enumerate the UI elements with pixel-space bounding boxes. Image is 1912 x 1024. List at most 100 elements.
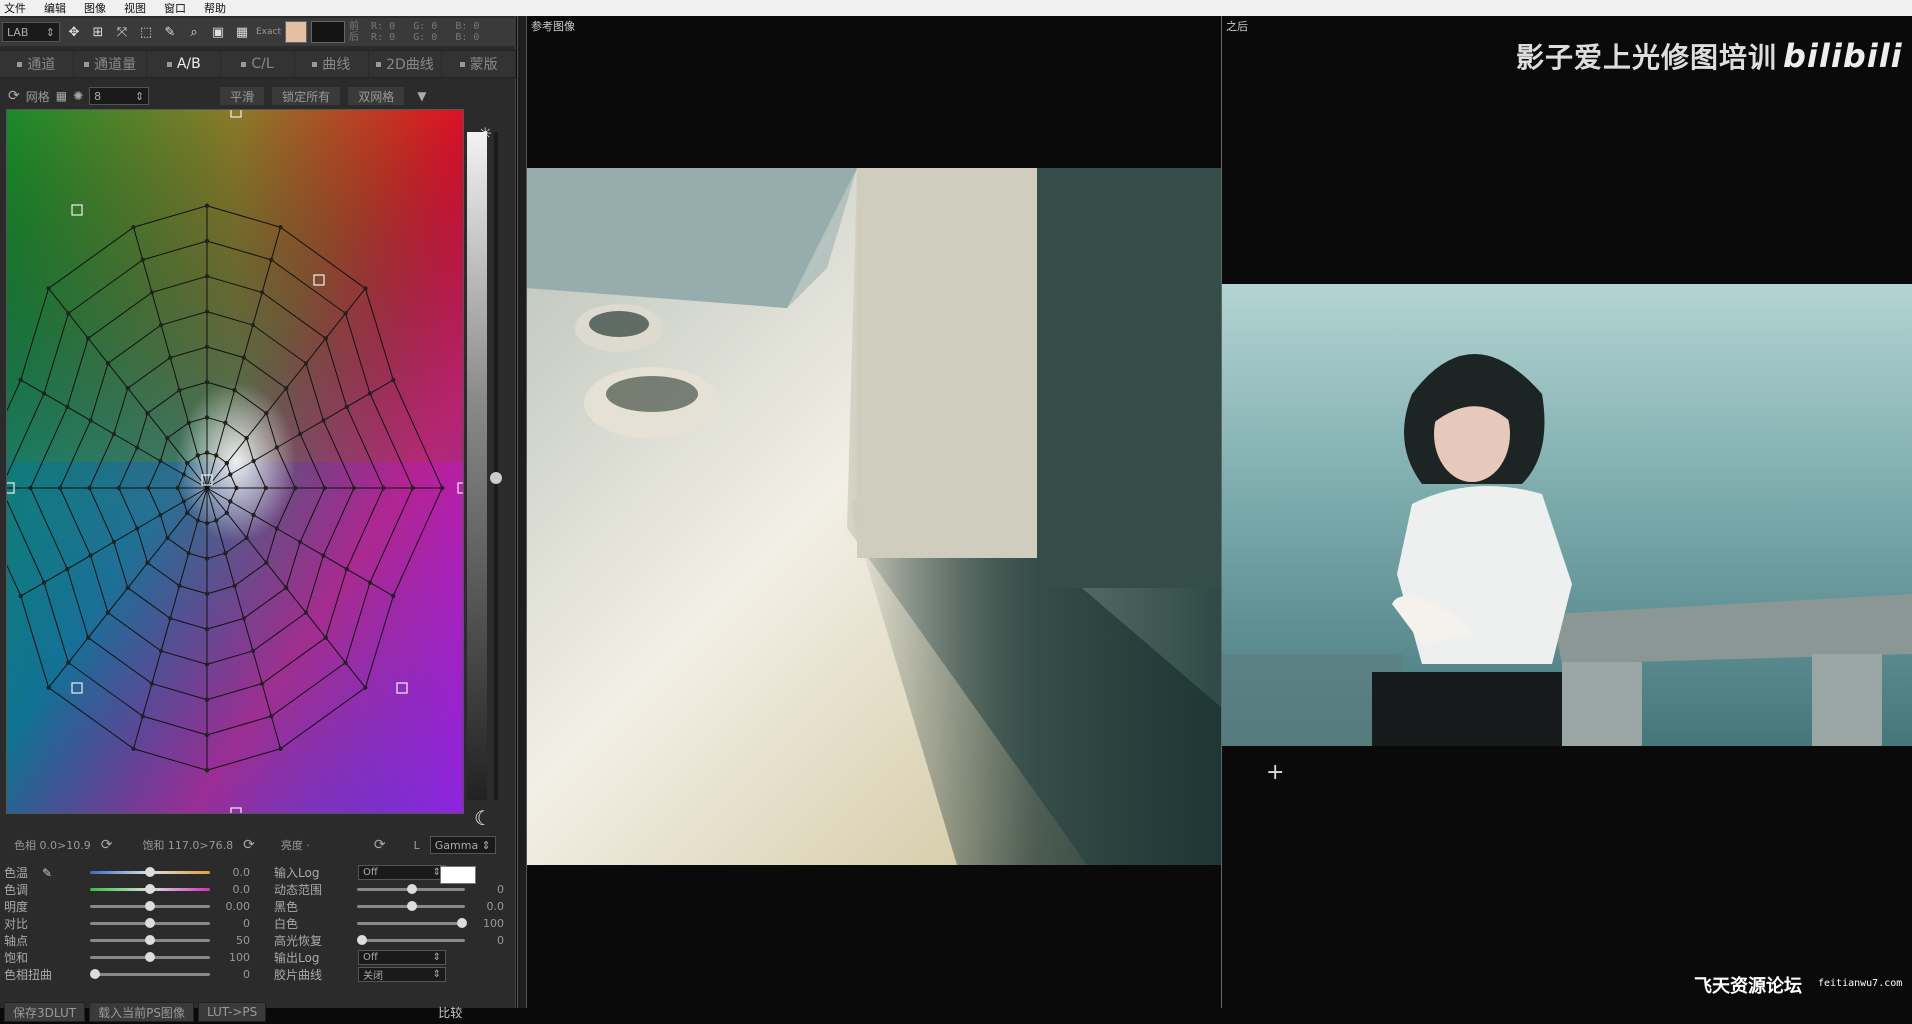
mesh-node[interactable] <box>363 286 368 291</box>
mesh-node[interactable] <box>87 485 92 491</box>
mesh-node[interactable] <box>204 732 210 738</box>
mesh-node[interactable] <box>410 485 415 491</box>
mesh-node[interactable] <box>204 203 210 208</box>
mesh-node[interactable] <box>351 485 357 491</box>
mesh-node[interactable] <box>259 290 265 295</box>
mesh-node[interactable] <box>274 445 280 450</box>
mesh-node[interactable] <box>244 435 249 441</box>
mesh-node[interactable] <box>46 286 51 291</box>
menu-edit[interactable]: 编辑 <box>44 0 66 16</box>
mesh-node[interactable] <box>86 336 91 341</box>
mesh-node[interactable] <box>204 379 210 385</box>
mesh-node[interactable] <box>204 238 210 244</box>
mesh-node[interactable] <box>146 485 151 491</box>
slider-knob[interactable] <box>406 901 417 911</box>
mesh-node[interactable] <box>204 556 210 561</box>
mesh-node[interactable] <box>41 580 47 585</box>
mesh-node[interactable] <box>195 518 201 523</box>
tab-2[interactable]: A/B <box>147 51 222 77</box>
mesh-node[interactable] <box>185 460 190 466</box>
mesh-node[interactable] <box>185 510 190 516</box>
mesh-node[interactable] <box>241 616 246 621</box>
mesh-node[interactable] <box>158 512 163 518</box>
saturation-reset-icon[interactable]: ⟳ <box>243 837 255 853</box>
mesh-node[interactable] <box>251 512 256 518</box>
transform-icon[interactable]: ⊞ <box>88 22 108 42</box>
slider-knob[interactable] <box>145 884 155 894</box>
mesh-node[interactable] <box>105 361 111 366</box>
color-mode-select[interactable]: LAB ⇕ <box>2 22 60 42</box>
mesh-node[interactable] <box>269 257 274 263</box>
mesh-node[interactable] <box>264 560 269 566</box>
gamma-select[interactable]: Gamma ⇕ <box>429 836 496 854</box>
tab-0[interactable]: 通道 <box>0 51 74 77</box>
mesh-node[interactable] <box>131 746 136 751</box>
mesh-node[interactable] <box>244 535 249 541</box>
mesh-node[interactable] <box>204 697 210 702</box>
mesh-node[interactable] <box>140 257 145 263</box>
mesh-node[interactable] <box>259 681 265 686</box>
move-icon[interactable]: ✥ <box>64 22 84 42</box>
mesh-node[interactable] <box>367 391 373 396</box>
mesh-node[interactable] <box>343 660 348 665</box>
mesh-node[interactable] <box>149 290 155 295</box>
mesh-node[interactable] <box>223 550 228 556</box>
slider-track[interactable] <box>90 918 210 928</box>
tab-4[interactable]: 曲线 <box>295 51 369 77</box>
scale-icon[interactable]: ⤧ <box>112 22 132 42</box>
mesh-node[interactable] <box>278 225 283 230</box>
mesh-node[interactable] <box>283 585 289 590</box>
mesh-node[interactable] <box>165 435 170 441</box>
mesh-node[interactable] <box>181 499 186 504</box>
tab-5[interactable]: 2D曲线 <box>369 51 443 77</box>
mesh-node[interactable] <box>66 660 71 665</box>
mesh-node[interactable] <box>204 626 210 632</box>
mesh-node[interactable] <box>204 768 210 773</box>
mesh-node[interactable] <box>303 361 309 366</box>
mesh-node[interactable] <box>204 415 210 420</box>
hue-reset-icon[interactable]: ⟳ <box>101 837 113 853</box>
mesh-node[interactable] <box>264 410 269 416</box>
slider-track[interactable] <box>356 935 465 945</box>
mesh-node[interactable] <box>28 485 33 491</box>
ab-grid-canvas[interactable] <box>7 110 464 814</box>
mesh-node[interactable] <box>145 410 150 416</box>
save-3dlut-button[interactable]: 保存3DLUT <box>4 1002 86 1022</box>
menu-help[interactable]: 帮助 <box>204 0 226 16</box>
menu-image[interactable]: 图像 <box>84 0 106 16</box>
mesh-node[interactable] <box>440 485 445 491</box>
slider-knob[interactable] <box>406 884 417 894</box>
mesh-node[interactable] <box>250 322 256 328</box>
log-select[interactable]: Off ⇕ <box>358 865 446 880</box>
mesh-node[interactable] <box>125 386 131 391</box>
log-select[interactable]: 关闭 ⇕ <box>358 967 446 982</box>
mesh-node[interactable] <box>250 648 256 654</box>
mesh-node[interactable] <box>323 336 328 341</box>
slider-track[interactable] <box>90 867 210 877</box>
mesh-node[interactable] <box>391 377 396 383</box>
eyedropper-icon[interactable]: ✎ <box>160 22 180 42</box>
mesh-node[interactable] <box>145 560 150 566</box>
mesh-node[interactable] <box>18 377 23 383</box>
mesh-node[interactable] <box>303 610 309 615</box>
slider-track[interactable] <box>356 884 465 894</box>
mesh-node[interactable] <box>134 445 140 450</box>
tab-6[interactable]: 蒙版 <box>442 51 517 77</box>
mesh-node[interactable] <box>65 404 70 410</box>
load-ps-image-button[interactable]: 载入当前PS图像 <box>89 1002 194 1022</box>
web-icon[interactable]: ✺ <box>73 89 83 103</box>
mesh-node[interactable] <box>195 453 201 458</box>
mesh-node[interactable] <box>158 648 164 654</box>
slider-knob[interactable] <box>90 969 100 979</box>
mesh-node[interactable] <box>204 344 210 350</box>
mesh-node[interactable] <box>297 539 303 545</box>
mesh-node[interactable] <box>283 386 289 391</box>
mesh-node[interactable] <box>131 225 136 230</box>
mesh-node[interactable] <box>228 499 233 504</box>
mesh-node[interactable] <box>204 521 210 526</box>
mesh-node[interactable] <box>204 450 210 455</box>
mesh-node[interactable] <box>86 635 91 640</box>
mesh-node[interactable] <box>232 388 237 393</box>
menu-file[interactable]: 文件 <box>4 0 26 16</box>
mesh-node[interactable] <box>18 593 23 599</box>
